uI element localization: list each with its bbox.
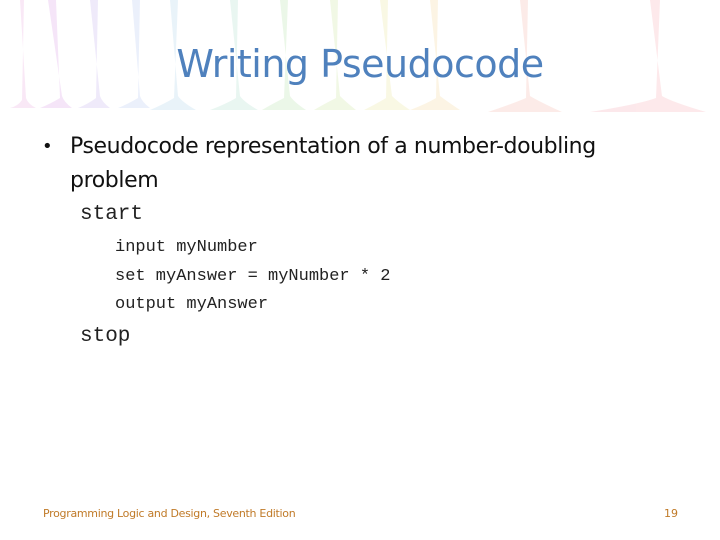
code-line: input myNumber [115,238,258,257]
bullet-dot-icon: • [42,136,53,157]
code-line: set myAnswer = myNumber * 2 [115,267,391,286]
bullet-text-line1: Pseudocode representation of a number-do… [70,134,596,159]
footer-book-title: Programming Logic and Design, Seventh Ed… [43,507,296,520]
page-number: 19 [664,507,678,520]
bullet-text: Pseudocode representation of a number-do… [70,130,596,198]
bullet-text-line2: problem [70,168,159,193]
slide-title: Writing Pseudocode [176,42,544,86]
code-start: start [80,203,144,226]
code-line: output myAnswer [115,295,269,314]
bullet-item: • Pseudocode representation of a number-… [42,130,682,198]
code-stop: stop [80,325,131,348]
